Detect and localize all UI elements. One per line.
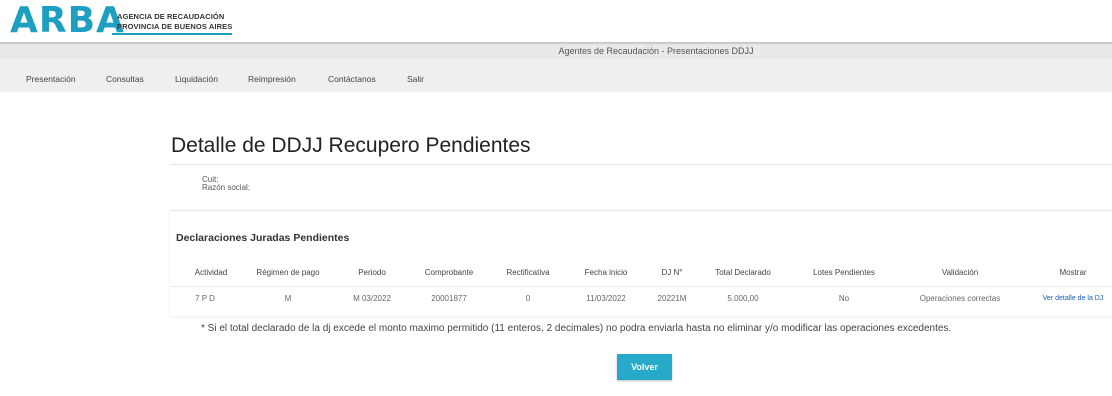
cell-regimen: M [284, 294, 292, 303]
column-header: Fecha inicio [584, 268, 628, 277]
org-name-line2: PROVINCIA DE BUENOS AIRES [117, 22, 233, 31]
org-name-line1: AGENCIA DE RECAUDACIÓN [117, 12, 225, 21]
column-header: Periodo [358, 268, 386, 277]
cell-fecha-inicio: 11/03/2022 [586, 294, 626, 303]
menu-item-salir[interactable]: Salir [407, 74, 424, 84]
app-title: Agentes de Recaudación - Presentaciones … [558, 46, 754, 56]
arba-logo[interactable]: ARBA [10, 3, 125, 39]
menu-item-liquidacion[interactable]: Liquidación [175, 74, 218, 84]
menu-item-consultas[interactable]: Consultas [106, 74, 144, 84]
razon-social-label: Razón social: [202, 183, 251, 192]
cell-comprobante: 20001877 [431, 294, 467, 303]
page-title: Detalle de DDJJ Recupero Pendientes [171, 134, 531, 157]
menu-item-presentacion[interactable]: Presentación [26, 74, 76, 84]
app-title-bar: Agentes de Recaudación - Presentaciones … [0, 45, 1112, 59]
column-header: Actividad [194, 268, 228, 277]
column-header: Rectificativa [506, 268, 550, 277]
logo-underline [112, 33, 232, 35]
cell-total-declarado: 5.000,00 [727, 294, 759, 303]
column-header: Régimen de pago [256, 268, 320, 277]
column-header: Lotes Pendientes [813, 268, 875, 277]
main-menu: Presentación Consultas Liquidación Reimp… [0, 59, 1112, 92]
column-header: DJ N° [661, 268, 683, 277]
volver-button[interactable]: Volver [617, 354, 672, 380]
column-header: Validación [941, 268, 979, 277]
cell-dj-nro: 20221M [657, 294, 687, 303]
org-name: AGENCIA DE RECAUDACIÓN PROVINCIA DE BUEN… [117, 12, 232, 32]
menu-item-contactanos[interactable]: Contáctanos [328, 74, 376, 84]
warning-note: * Si el total declarado de la dj excede … [201, 323, 952, 334]
column-header: Comprobante [424, 268, 474, 277]
column-header: Mostrar [1059, 268, 1087, 277]
cell-actividad: 7 P D [195, 294, 215, 303]
pending-declarations-panel: Declaraciones Juradas Pendientes Activid… [170, 210, 1112, 316]
panel-title: Declaraciones Juradas Pendientes [176, 232, 350, 244]
cell-periodo: M 03/2022 [353, 294, 391, 303]
column-header: Total Declarado [715, 268, 771, 277]
title-divider [170, 164, 1112, 165]
cell-lotes-pendientes: No [838, 294, 850, 303]
cell-validacion: Operaciones correctas [919, 294, 1001, 303]
cell-rectificativa: 0 [525, 294, 531, 303]
menu-item-reimpresion[interactable]: Reimpresión [248, 74, 296, 84]
ver-detalle-link[interactable]: Ver detalle de la DJ [1043, 295, 1104, 302]
app-header: ARBA AGENCIA DE RECAUDACIÓN PROVINCIA DE… [0, 0, 1112, 42]
table-row-divider [170, 286, 1112, 287]
